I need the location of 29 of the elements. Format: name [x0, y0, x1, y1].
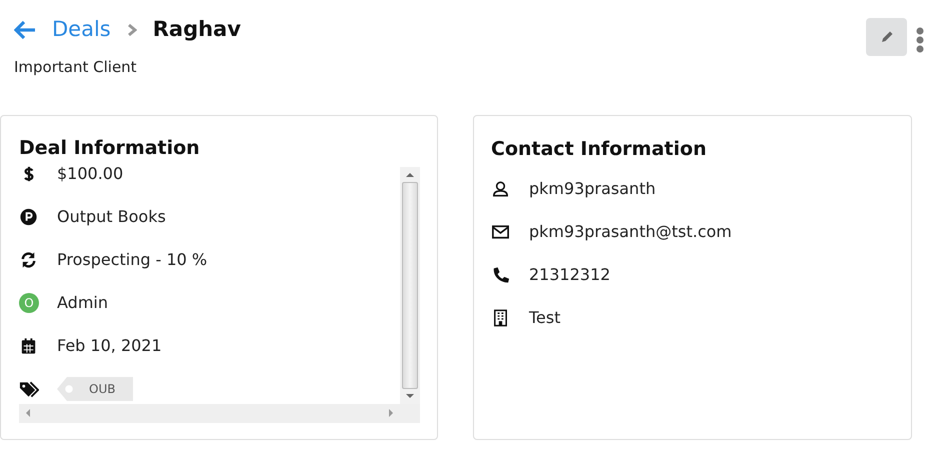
- field-value: Admin: [57, 292, 108, 314]
- scroll-up-icon[interactable]: [406, 172, 414, 178]
- tag[interactable]: OUB: [57, 377, 134, 401]
- field-value: Feb 10, 2021: [57, 335, 162, 357]
- edit-button[interactable]: [866, 18, 907, 56]
- horizontal-scrollbar[interactable]: [19, 404, 400, 422]
- field-value: pkm93prasanth@tst.com: [529, 221, 732, 243]
- field-value: Prospecting - 10 %: [57, 249, 208, 271]
- vertical-scrollbar[interactable]: [400, 166, 420, 404]
- card-title: Deal Information: [19, 136, 201, 161]
- field-value: Output Books: [57, 206, 166, 228]
- scroll-left-icon[interactable]: [25, 409, 31, 417]
- field-value: pkm93prasanth: [529, 178, 656, 200]
- back-arrow-icon[interactable]: [14, 20, 36, 40]
- scroll-right-icon[interactable]: [388, 409, 394, 417]
- avatar: O: [19, 293, 39, 313]
- breadcrumb-link[interactable]: Deals: [52, 14, 111, 46]
- page-title: Raghav: [152, 16, 241, 43]
- phone-icon: [491, 265, 511, 285]
- subtitle: Important Client: [14, 56, 138, 78]
- card-title: Contact Information: [491, 137, 708, 162]
- field-value: 21312312: [529, 264, 610, 286]
- user-icon: [491, 179, 511, 199]
- circle-letter-icon: [19, 207, 39, 227]
- chevron-icon: [126, 22, 137, 37]
- tags-icon: [19, 379, 39, 399]
- scroll-down-icon[interactable]: [406, 392, 414, 398]
- field-value: Test: [529, 307, 561, 329]
- field-value: $100.00: [57, 163, 124, 185]
